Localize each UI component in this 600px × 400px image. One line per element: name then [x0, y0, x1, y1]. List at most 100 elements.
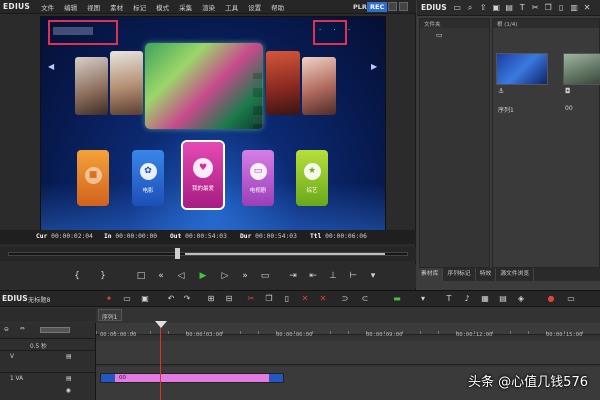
- sequence-tab[interactable]: 序列1: [98, 309, 122, 321]
- paste-icon[interactable]: ▯: [556, 3, 566, 13]
- star-icon: ★: [303, 162, 321, 180]
- zoom-slider[interactable]: [40, 327, 70, 333]
- ttl-timecode: 00:00:06:06: [325, 233, 367, 240]
- preview-screen[interactable]: ⋅ ⋅ ⋅ ◀ ▶ ■ ✿ 电影 ♥ 我的最爱 ▭ 电视剧 ★ 综艺: [40, 16, 386, 244]
- mark-icon[interactable]: ✦: [104, 294, 114, 303]
- mic-icon[interactable]: ♪: [462, 294, 472, 303]
- scale-icon[interactable]: ⇔: [20, 326, 25, 332]
- cut-icon[interactable]: ✂: [530, 3, 540, 13]
- menu-clip[interactable]: 素材: [105, 2, 128, 12]
- ripple-delete-icon[interactable]: ✕: [318, 294, 328, 303]
- timeline-ruler[interactable]: [96, 323, 600, 335]
- menu-mode[interactable]: 模式: [151, 2, 174, 12]
- playhead-handle[interactable]: [155, 321, 167, 328]
- track-visibility-icon[interactable]: ▤: [66, 376, 71, 382]
- tab-source-browser[interactable]: 源文件浏览: [496, 268, 535, 281]
- open-icon[interactable]: ▭: [122, 294, 132, 303]
- step-back-icon[interactable]: ◁: [174, 270, 188, 282]
- mark-in-icon[interactable]: {: [70, 270, 84, 282]
- carousel-right-arrow-icon[interactable]: ▶: [371, 62, 377, 71]
- ruler-timecode: 00:00:09:00: [366, 332, 403, 338]
- link-icon[interactable]: ⊃: [340, 294, 350, 303]
- properties-icon[interactable]: ▥: [569, 3, 579, 13]
- record-icon[interactable]: ●: [546, 294, 556, 303]
- mark-out-icon[interactable]: }: [96, 270, 110, 282]
- set-in-out-icon[interactable]: ⊥: [326, 270, 340, 282]
- clip-view-header: 根 (1/4): [493, 19, 599, 28]
- timeline-clip[interactable]: 00: [100, 373, 284, 383]
- folder-icon[interactable]: ▭: [452, 3, 462, 13]
- zoom-row: 0.5 秒: [0, 339, 96, 351]
- audio-icon[interactable]: ◈: [516, 294, 526, 303]
- playhead-line[interactable]: [160, 323, 161, 400]
- trim-icon[interactable]: ⊢: [346, 270, 360, 282]
- title-icon[interactable]: T: [444, 294, 454, 303]
- add-clip-icon[interactable]: ▣: [491, 3, 501, 13]
- close-button[interactable]: [399, 2, 408, 11]
- track-visibility-icon[interactable]: ▤: [66, 354, 71, 360]
- stop-icon[interactable]: □: [134, 270, 148, 282]
- render-icon[interactable]: ▦: [480, 294, 490, 303]
- overwrite-to-timeline-icon[interactable]: ⇤: [306, 270, 320, 282]
- dur-label: Dur: [240, 233, 252, 240]
- delete-icon[interactable]: ✕: [582, 3, 592, 13]
- poster-thumbnail: [110, 51, 143, 115]
- scrub-bar[interactable]: [0, 247, 416, 261]
- menu-edit[interactable]: 编辑: [59, 2, 82, 12]
- track-v[interactable]: V ▤: [0, 351, 96, 373]
- track-va[interactable]: 1 VA ▤ ◉: [0, 373, 96, 400]
- effect-icon[interactable]: ▤: [498, 294, 508, 303]
- title-icon[interactable]: T: [517, 3, 527, 13]
- menu-file[interactable]: 文件: [36, 2, 59, 12]
- marker-icon[interactable]: ▾: [418, 294, 428, 303]
- copy-icon[interactable]: ❐: [264, 294, 274, 303]
- search-icon[interactable]: ⌕: [465, 3, 475, 13]
- new-sequence-icon[interactable]: ▤: [504, 3, 514, 13]
- fast-forward-icon[interactable]: »: [238, 270, 252, 282]
- lock-icon[interactable]: ⊖: [4, 327, 9, 333]
- step-forward-icon[interactable]: ▷: [218, 270, 232, 282]
- split-icon[interactable]: ✂: [246, 294, 256, 303]
- clip-thumbnail-sequence[interactable]: [496, 53, 548, 85]
- heart-icon: ♥: [193, 158, 213, 178]
- copy-icon[interactable]: ❐: [543, 3, 553, 13]
- menu-marker[interactable]: 标记: [128, 2, 151, 12]
- track-audio-icon[interactable]: ◉: [66, 388, 71, 394]
- tab-bin[interactable]: 素材库: [417, 268, 444, 281]
- box-icon: ■: [84, 166, 102, 184]
- menu-capture[interactable]: 采集: [174, 2, 197, 12]
- redo-icon[interactable]: ↷: [182, 294, 192, 303]
- recorder-mode-button[interactable]: REC: [367, 2, 388, 12]
- ripple-icon[interactable]: ⊟: [224, 294, 234, 303]
- export-icon[interactable]: ▾: [366, 270, 380, 282]
- mode-icon[interactable]: ⊞: [206, 294, 216, 303]
- folder-icon[interactable]: ▭: [436, 31, 443, 39]
- loop-icon[interactable]: ▭: [258, 270, 272, 282]
- play-icon[interactable]: ▶: [196, 270, 210, 282]
- track-label: V: [10, 354, 14, 360]
- minimize-button[interactable]: [388, 2, 397, 11]
- scrub-handle[interactable]: [175, 248, 180, 259]
- menu-view[interactable]: 视图: [82, 2, 105, 12]
- snap-icon[interactable]: ▬: [392, 294, 402, 303]
- save-icon[interactable]: ▣: [140, 294, 150, 303]
- menu-settings[interactable]: 设置: [243, 2, 266, 12]
- menu-render[interactable]: 渲染: [197, 2, 220, 12]
- tab-sequence-markers[interactable]: 序列标记: [443, 268, 476, 281]
- rewind-icon[interactable]: «: [154, 270, 168, 282]
- tab-effects[interactable]: 特效: [476, 268, 497, 281]
- ttl-label: Ttl: [310, 233, 322, 240]
- clip-thumbnail-video[interactable]: [563, 53, 600, 85]
- delete-icon[interactable]: ✕: [300, 294, 310, 303]
- menu-help[interactable]: 帮助: [266, 2, 289, 12]
- insert-to-timeline-icon[interactable]: ⇥: [286, 270, 300, 282]
- output-icon[interactable]: ▭: [566, 294, 576, 303]
- carousel-left-arrow-icon[interactable]: ◀: [48, 62, 54, 71]
- track-v-lane[interactable]: [96, 341, 600, 365]
- menu-tools[interactable]: 工具: [220, 2, 243, 12]
- sequence-icon: ⚓: [498, 87, 505, 95]
- up-folder-icon[interactable]: ⇧: [478, 3, 488, 13]
- paste-icon[interactable]: ▯: [282, 294, 292, 303]
- undo-icon[interactable]: ↶: [166, 294, 176, 303]
- group-icon[interactable]: ⊂: [360, 294, 370, 303]
